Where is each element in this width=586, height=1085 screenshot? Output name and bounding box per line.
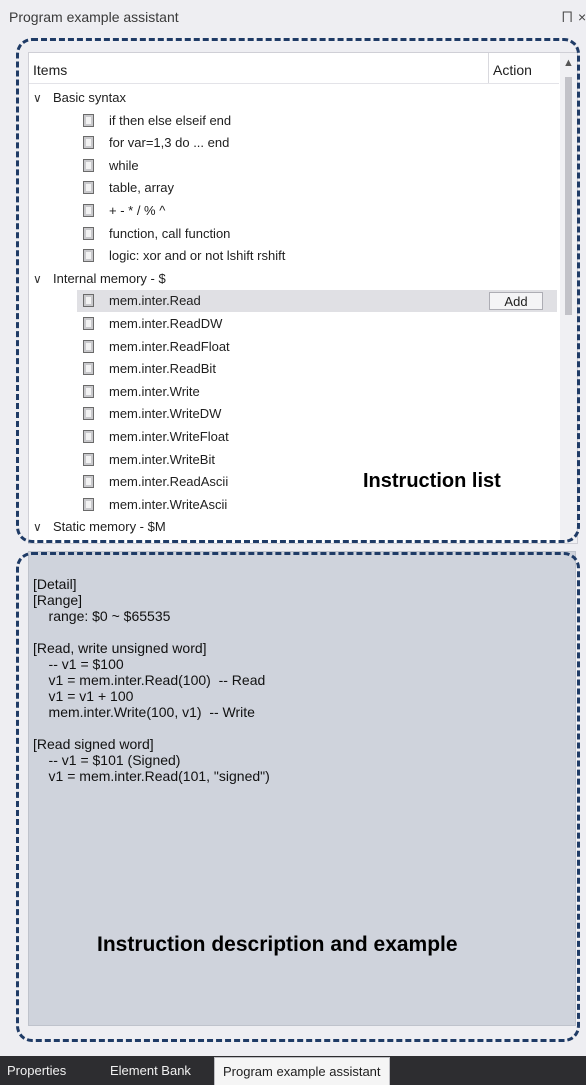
column-divider[interactable]	[488, 53, 489, 83]
tree-item[interactable]: mem.inter.WriteBit	[29, 449, 559, 471]
tree-item-label: if then else elseif end	[109, 112, 232, 128]
tree-item-label: for var=1,3 do ... end	[109, 135, 230, 151]
tree-item-label: mem.inter.Read	[109, 293, 201, 309]
document-icon	[83, 497, 94, 511]
tree-item[interactable]: mem.inter.Read Add	[77, 290, 557, 313]
panel-titlebar: Program example assistant ⨅ ×	[0, 0, 586, 34]
tree-item[interactable]: + - * / % ^	[29, 200, 559, 222]
document-icon	[83, 226, 94, 240]
add-button[interactable]: Add	[489, 292, 543, 311]
tab-properties[interactable]: Properties	[7, 1056, 66, 1085]
tree-item[interactable]: function, call function	[29, 223, 559, 245]
tree-item[interactable]: mem.inter.ReadBit	[29, 358, 559, 380]
document-icon	[83, 113, 94, 127]
tree-item-label: + - * / % ^	[109, 203, 166, 218]
tree-item-label: mem.inter.ReadBit	[109, 361, 216, 377]
tree-item[interactable]: while	[29, 155, 559, 177]
pin-icon[interactable]: ⨅	[562, 0, 572, 34]
document-icon	[83, 384, 94, 398]
tree-header: Items Action	[29, 53, 559, 84]
instruction-description-annotation: Instruction description and example	[97, 933, 458, 956]
tree-group[interactable]: ∨ Internal memory - $	[29, 268, 559, 290]
tab-program-example-assistant[interactable]: Program example assistant	[214, 1057, 390, 1085]
tree-group-label: Internal memory - $	[53, 270, 166, 286]
tree-item-label: while	[109, 157, 139, 173]
tree-item-label: mem.inter.ReadFloat	[109, 338, 230, 354]
tree-item-label: mem.inter.WriteFloat	[109, 429, 229, 444]
document-icon	[83, 543, 94, 544]
tree-item[interactable]: mem.static.Read	[29, 539, 559, 544]
tab-element-bank[interactable]: Element Bank	[110, 1056, 191, 1085]
detail-text: [Detail] [Range] range: $0 ~ $65535 [Rea…	[33, 576, 270, 784]
document-icon	[83, 317, 94, 330]
tree-item[interactable]: mem.inter.ReadDW	[29, 313, 559, 335]
tree-item-label: function, call function	[109, 225, 231, 241]
tree-item[interactable]: table, array	[29, 177, 559, 199]
tree-item-label: mem.inter.WriteDW	[109, 406, 222, 422]
tree-item[interactable]: mem.inter.ReadFloat	[29, 336, 559, 358]
column-header-action[interactable]: Action	[493, 62, 532, 78]
tree-item-label: mem.inter.ReadAscii	[109, 474, 229, 490]
document-icon	[83, 136, 94, 150]
tree-item[interactable]: if then else elseif end	[29, 110, 559, 132]
document-icon	[83, 475, 94, 489]
document-icon	[83, 339, 94, 353]
vertical-scrollbar[interactable]: ▲	[560, 53, 577, 543]
bottom-tab-bar: Properties Element Bank Program example …	[0, 1056, 586, 1085]
document-icon	[83, 430, 94, 443]
document-icon	[83, 181, 94, 195]
chevron-down-icon[interactable]: ∨	[33, 516, 42, 538]
tree-item[interactable]: mem.inter.WriteAscii	[29, 494, 559, 516]
tree-item[interactable]: for var=1,3 do ... end	[29, 132, 559, 154]
document-icon	[83, 294, 94, 308]
document-icon	[83, 158, 94, 172]
tree-group[interactable]: ∨ Basic syntax	[29, 87, 559, 109]
tree-item[interactable]: mem.inter.WriteDW	[29, 403, 559, 425]
scrollbar-thumb[interactable]	[565, 77, 572, 315]
scroll-up-icon[interactable]: ▲	[563, 57, 574, 69]
document-icon	[83, 204, 94, 217]
tree-item-label: mem.inter.WriteBit	[109, 451, 215, 467]
document-icon	[83, 407, 94, 421]
column-header-items[interactable]: Items	[33, 62, 67, 78]
chevron-down-icon[interactable]: ∨	[33, 87, 42, 109]
tree-item-label: mem.static.Read	[109, 539, 207, 543]
tree-item-label: table, array	[109, 180, 175, 196]
tree-item[interactable]: mem.inter.Write	[29, 381, 559, 403]
tree-item-label: mem.inter.WriteAscii	[109, 496, 228, 512]
tree-group[interactable]: ∨ Static memory - $M	[29, 516, 559, 538]
panel-title: Program example assistant	[9, 9, 179, 25]
tree-group-label: Static memory - $M	[53, 519, 166, 535]
tree-item[interactable]: logic: xor and or not lshift rshift	[29, 245, 559, 267]
tree-group-label: Basic syntax	[53, 90, 126, 105]
close-icon[interactable]: ×	[578, 0, 586, 34]
tree-item-label: mem.inter.Write	[109, 383, 200, 399]
document-icon	[83, 249, 94, 263]
chevron-down-icon[interactable]: ∨	[33, 268, 42, 290]
document-icon	[83, 452, 94, 466]
instruction-list-annotation: Instruction list	[363, 470, 501, 492]
tree-item-label: mem.inter.ReadDW	[109, 316, 223, 331]
tree-item-label: logic: xor and or not lshift rshift	[109, 248, 286, 264]
tree-item[interactable]: mem.inter.WriteFloat	[29, 426, 559, 448]
document-icon	[83, 362, 94, 376]
